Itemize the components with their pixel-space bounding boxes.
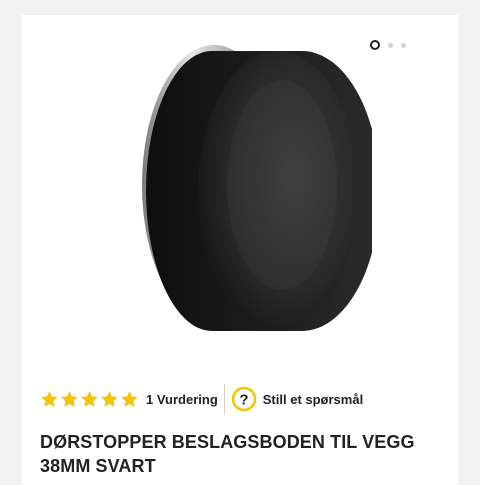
- star-icon: [100, 390, 119, 409]
- ask-question-link[interactable]: ? Still et spørsmål: [231, 386, 363, 412]
- star-icon: [120, 390, 139, 409]
- svg-text:?: ?: [239, 392, 248, 409]
- product-title: DØRSTOPPER BESLAGSBODEN TIL VEGG 38MM SV…: [40, 432, 415, 476]
- divider: [223, 384, 225, 414]
- product-meta-row: 1 Vurdering ? Still et spørsmål: [40, 383, 460, 415]
- ask-question-label: Still et spørsmål: [262, 391, 364, 407]
- star-icon: [80, 390, 99, 409]
- door-stopper-image[interactable]: [132, 45, 380, 360]
- star-icon: [40, 390, 59, 409]
- carousel-dot-active[interactable]: [370, 40, 380, 50]
- carousel-dot[interactable]: [388, 42, 393, 48]
- review-count-link[interactable]: 1 Vurdering: [146, 392, 218, 407]
- rating-stars[interactable]: [40, 390, 139, 409]
- product-card: 1 Vurdering ? Still et spørsmål DØRSTOPP…: [22, 15, 458, 485]
- carousel-dot[interactable]: [401, 42, 406, 48]
- star-icon: [60, 390, 79, 409]
- carousel-dots: [370, 40, 406, 50]
- product-gallery[interactable]: [22, 15, 458, 375]
- question-mark-icon: ?: [231, 386, 257, 412]
